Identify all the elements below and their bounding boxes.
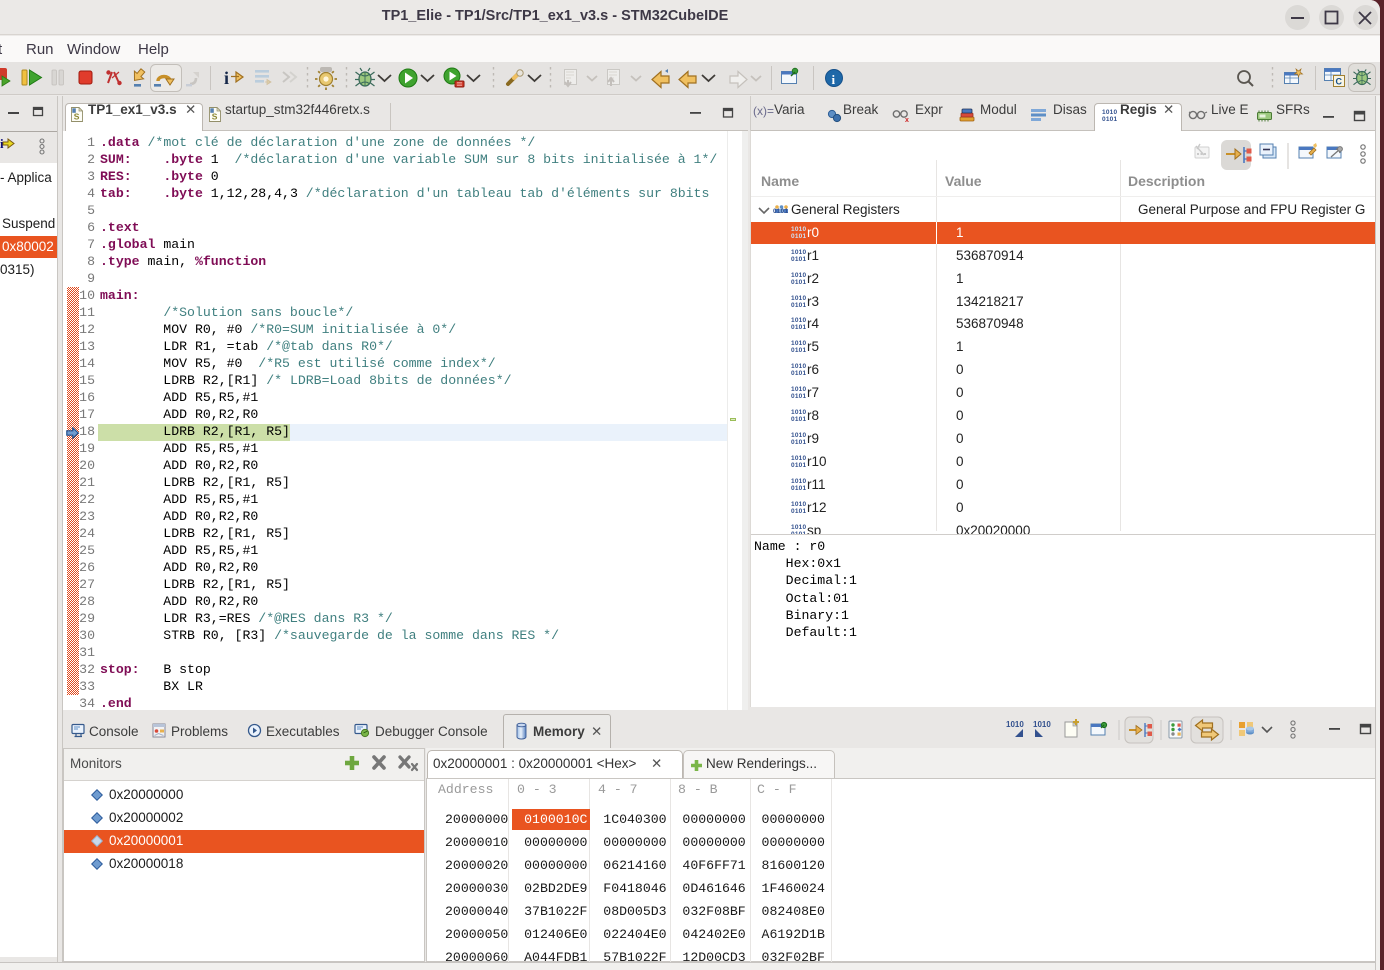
svg-text:S: S [74,112,80,122]
svg-text:i: i [832,72,836,87]
svg-text:1010: 1010 [1006,720,1024,729]
svg-text:i: i [224,68,229,88]
svg-text:1010: 1010 [1033,720,1051,729]
svg-text:x: x [905,117,909,123]
svg-text:S: S [212,112,218,122]
svg-text:C: C [1336,77,1343,87]
